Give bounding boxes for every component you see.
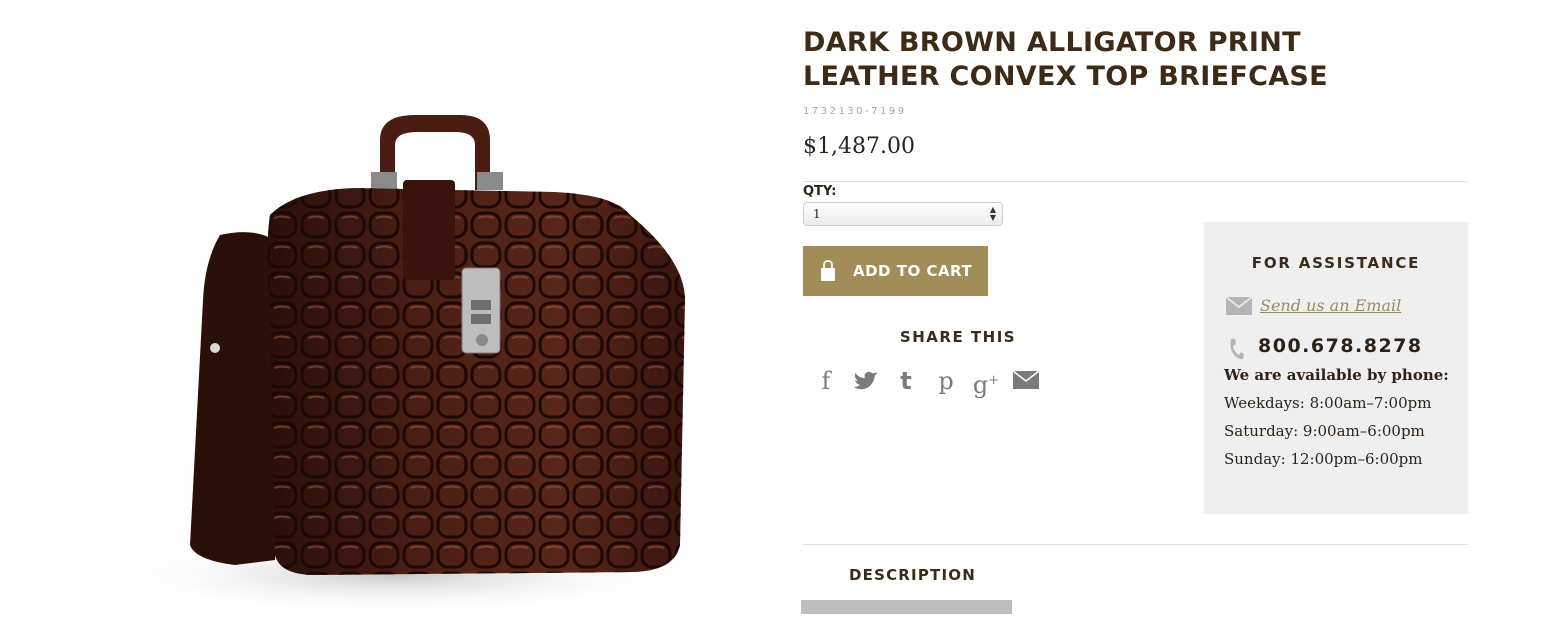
add-to-cart-button[interactable]: ADD TO CART [803, 246, 988, 296]
hours-title: We are available by phone: [1224, 366, 1449, 384]
divider [803, 544, 1468, 545]
assistance-email-row: Send us an Email [1226, 296, 1401, 315]
twitter-icon[interactable] [846, 366, 886, 396]
pinterest-icon[interactable]: p [926, 366, 966, 396]
tab-description[interactable]: DESCRIPTION [849, 566, 976, 584]
qty-value: 1 [813, 207, 821, 221]
qty-select[interactable]: 1 ▲ ▼ [803, 202, 1003, 226]
assistance-panel: FOR ASSISTANCE Send us an Email 800.678.… [1204, 222, 1468, 514]
tumblr-icon[interactable]: t [886, 366, 926, 396]
email-icon[interactable] [1006, 366, 1046, 396]
product-image [95, 0, 765, 631]
product-sku: 1732130-7199 [803, 106, 907, 117]
shopping-bag-icon [821, 260, 835, 281]
google-plus-icon[interactable]: g+ [966, 366, 1006, 399]
updown-arrows-icon: ▲ ▼ [989, 205, 996, 222]
send-email-link[interactable]: Send us an Email [1260, 296, 1401, 315]
hours-saturday: Saturday: 9:00am–6:00pm [1224, 422, 1425, 440]
phone-number[interactable]: 800.678.8278 [1258, 335, 1423, 357]
hours-sunday: Sunday: 12:00pm–6:00pm [1224, 450, 1423, 468]
product-title: DARK BROWN ALLIGATOR PRINT LEATHER CONVE… [803, 27, 1328, 92]
hours-weekdays: Weekdays: 8:00am–7:00pm [1224, 394, 1432, 412]
description-tab-indicator [801, 600, 1012, 614]
phone-icon [1230, 339, 1244, 360]
assistance-title: FOR ASSISTANCE [1251, 254, 1421, 272]
facebook-icon[interactable]: f [806, 366, 846, 396]
share-title: SHARE THIS [899, 328, 1017, 346]
product-price: $1,487.00 [803, 134, 915, 159]
add-to-cart-label: ADD TO CART [853, 262, 973, 280]
divider [803, 181, 1468, 182]
mail-icon [1226, 296, 1252, 315]
share-icons: f t p g+ [806, 366, 1046, 399]
assistance-phone-row: 800.678.8278 [1228, 332, 1423, 360]
qty-label: QTY: [803, 184, 837, 199]
